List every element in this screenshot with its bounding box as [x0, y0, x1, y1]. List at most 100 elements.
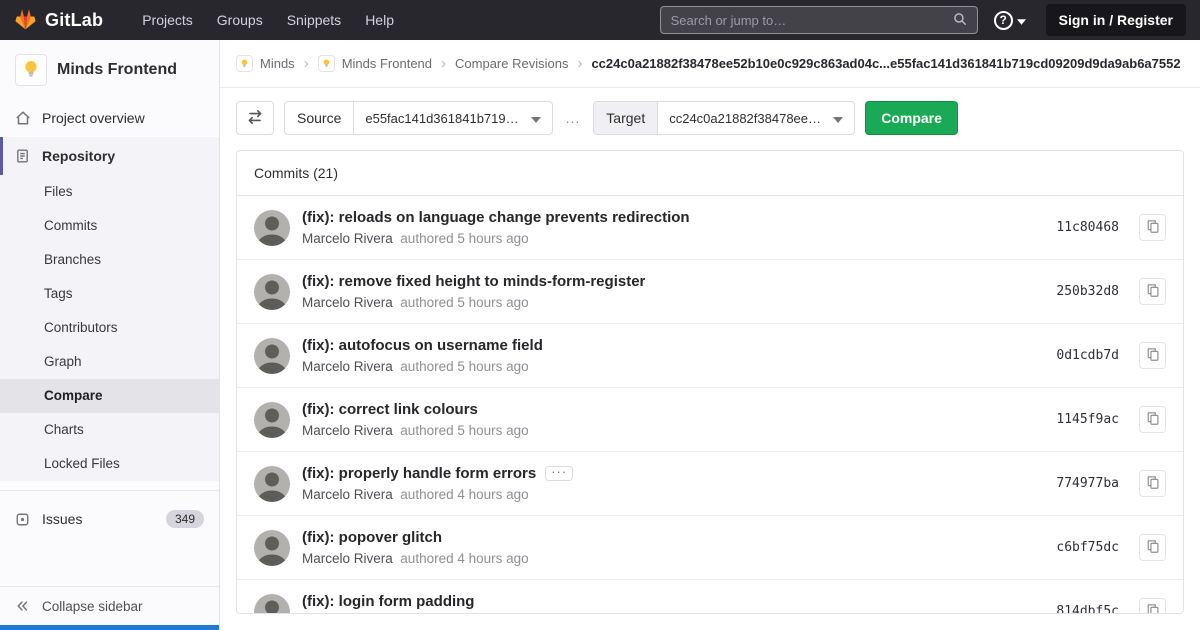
sidebar-bottom-accent: [0, 625, 219, 630]
sidebar-item-files[interactable]: Files: [0, 175, 219, 209]
nav-item-help[interactable]: Help: [354, 7, 405, 33]
nav-item-groups[interactable]: Groups: [206, 7, 274, 33]
nav-item-projects[interactable]: Projects: [131, 7, 204, 33]
home-icon: [15, 110, 31, 126]
source-ref-group: Source e55fac141d361841b719…: [284, 101, 553, 135]
sidebar-item-issues[interactable]: Issues 349: [0, 499, 219, 539]
author-avatar[interactable]: [254, 209, 290, 246]
commit-title-link[interactable]: (fix): properly handle form errors: [302, 465, 536, 482]
commit-meta: Marcelo Rivera authored 5 hours ago: [302, 295, 1044, 310]
commit-sha-link[interactable]: 250b32d8: [1056, 284, 1119, 299]
author-avatar[interactable]: [254, 337, 290, 374]
collapse-wrap: Collapse sidebar: [0, 586, 219, 630]
commit-title-link[interactable]: (fix): login form padding: [302, 593, 474, 610]
search-box[interactable]: [659, 6, 978, 34]
issues-count-badge: 349: [165, 510, 204, 528]
sidebar-item-charts[interactable]: Charts: [0, 413, 219, 447]
chevron-down-icon: [1016, 12, 1026, 28]
target-label: Target: [593, 101, 658, 135]
author-avatar[interactable]: [254, 593, 290, 613]
sidebar-item-compare[interactable]: Compare: [0, 379, 219, 413]
commit-info: (fix): reloads on language change preven…: [302, 209, 1044, 246]
commit-author-link[interactable]: Marcelo Rivera: [302, 487, 393, 502]
breadcrumb-separator: ›: [577, 55, 583, 72]
commit-sha-link[interactable]: 774977ba: [1056, 476, 1119, 491]
lightbulb-icon: [20, 58, 42, 83]
sidebar-item-locked-files[interactable]: Locked Files: [0, 447, 219, 481]
copy-sha-button[interactable]: [1139, 214, 1166, 241]
commit-author-link[interactable]: Marcelo Rivera: [302, 231, 393, 246]
commit-sha-link[interactable]: 0d1cdb7d: [1056, 348, 1119, 363]
commit-title-link[interactable]: (fix): correct link colours: [302, 401, 478, 418]
commit-authored-text: authored 5 hours ago: [396, 359, 529, 374]
nav-item-snippets[interactable]: Snippets: [276, 7, 352, 33]
commit-sha-link[interactable]: c6bf75dc: [1056, 540, 1119, 555]
sidebar-item-label: Project overview: [42, 110, 145, 126]
collapse-label: Collapse sidebar: [42, 598, 143, 614]
clipboard-icon: [1146, 347, 1160, 365]
commit-title-link[interactable]: (fix): reloads on language change preven…: [302, 209, 690, 226]
clipboard-icon: [1146, 475, 1160, 493]
sign-in-register-button[interactable]: Sign in / Register: [1045, 4, 1186, 36]
repository-icon: [15, 148, 31, 164]
source-ref-value: e55fac141d361841b719…: [365, 110, 519, 126]
question-icon: ?: [993, 10, 1013, 30]
gitlab-logo[interactable]: GitLab: [14, 8, 103, 33]
commit-title-link[interactable]: (fix): remove fixed height to minds-form…: [302, 273, 645, 290]
author-avatar[interactable]: [254, 401, 290, 438]
person-icon: [254, 593, 290, 613]
commit-author-link[interactable]: Marcelo Rivera: [302, 295, 393, 310]
breadcrumb-separator: ›: [303, 55, 309, 72]
repo-subnav: Files Commits Branches Tags Contributors Grap…: [0, 175, 219, 481]
source-ref-dropdown[interactable]: e55fac141d361841b719…: [353, 101, 553, 135]
copy-sha-button[interactable]: [1139, 534, 1166, 561]
sidebar-item-branches[interactable]: Branches: [0, 243, 219, 277]
sidebar-item-commits[interactable]: Commits: [0, 209, 219, 243]
clipboard-icon: [1146, 411, 1160, 429]
commit-description-expander[interactable]: ···: [545, 465, 574, 481]
commit-meta: Marcelo Rivera authored 4 hours ago: [302, 551, 1044, 566]
copy-sha-button[interactable]: [1139, 598, 1166, 613]
copy-sha-button[interactable]: [1139, 278, 1166, 305]
project-mini-avatar: [236, 55, 253, 72]
breadcrumb-link-minds[interactable]: Minds: [236, 55, 295, 72]
target-ref-dropdown[interactable]: cc24c0a21882f38478ee…: [657, 101, 856, 135]
sidebar-item-project-overview[interactable]: Project overview: [0, 99, 219, 137]
breadcrumb-link-compare-revisions[interactable]: Compare Revisions: [455, 56, 568, 71]
commit-title-link[interactable]: (fix): popover glitch: [302, 529, 442, 546]
commit-sha-link[interactable]: 814dbf5c: [1056, 604, 1119, 613]
collapse-sidebar-button[interactable]: Collapse sidebar: [0, 587, 219, 625]
commit-list: (fix): reloads on language change preven…: [237, 196, 1183, 613]
commit-author-link[interactable]: Marcelo Rivera: [302, 551, 393, 566]
tanuki-icon: [14, 8, 37, 33]
author-avatar[interactable]: [254, 529, 290, 566]
commit-authored-text: authored 4 hours ago: [396, 551, 529, 566]
sidebar-item-contributors[interactable]: Contributors: [0, 311, 219, 345]
help-menu[interactable]: ?: [993, 10, 1026, 30]
sidebar-item-tags[interactable]: Tags: [0, 277, 219, 311]
copy-sha-button[interactable]: [1139, 470, 1166, 497]
commit-authored-text: authored 5 hours ago: [396, 295, 529, 310]
sidebar-item-graph[interactable]: Graph: [0, 345, 219, 379]
copy-sha-button[interactable]: [1139, 406, 1166, 433]
commit-sha-link[interactable]: 11c80468: [1056, 220, 1119, 235]
project-avatar: [15, 54, 47, 86]
compare-button[interactable]: Compare: [865, 101, 958, 135]
commit-author-link[interactable]: Marcelo Rivera: [302, 359, 393, 374]
author-avatar[interactable]: [254, 465, 290, 502]
author-avatar[interactable]: [254, 273, 290, 310]
copy-sha-button[interactable]: [1139, 342, 1166, 369]
swap-revisions-button[interactable]: [236, 101, 274, 135]
target-ref-value: cc24c0a21882f38478ee…: [669, 110, 822, 126]
project-header[interactable]: Minds Frontend: [0, 40, 219, 99]
person-icon: [254, 209, 290, 246]
commit-author-link[interactable]: Marcelo Rivera: [302, 423, 393, 438]
commit-title-link[interactable]: (fix): autofocus on username field: [302, 337, 543, 354]
search-input[interactable]: [670, 12, 945, 28]
breadcrumb-link-minds-frontend[interactable]: Minds Frontend: [317, 55, 432, 72]
sidebar-item-repository[interactable]: Repository: [0, 137, 219, 175]
commit-meta: Marcelo Rivera authored 5 hours ago: [302, 359, 1044, 374]
commit-sha-link[interactable]: 1145f9ac: [1056, 412, 1119, 427]
person-icon: [254, 529, 290, 566]
commits-header: Commits (21): [237, 151, 1183, 196]
